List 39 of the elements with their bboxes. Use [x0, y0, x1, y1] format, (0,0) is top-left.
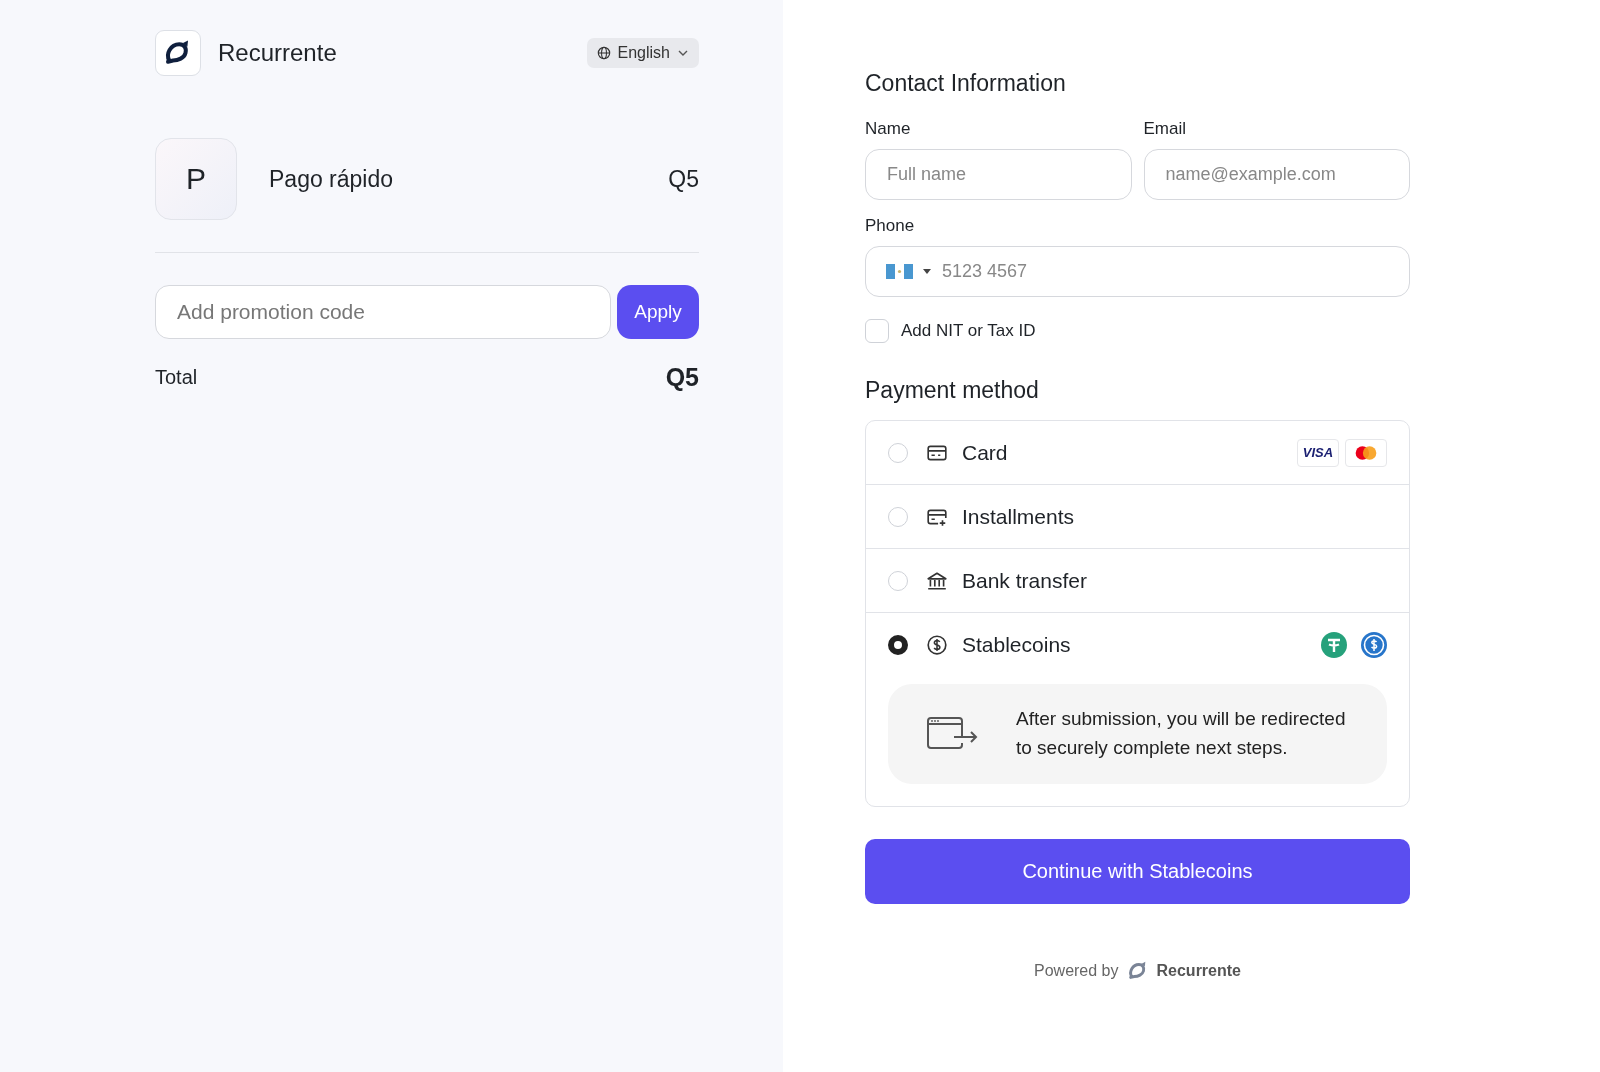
product-name: Pago rápido [269, 165, 395, 193]
section-title: Contact Information [865, 70, 1067, 97]
field-label: Phone [865, 216, 916, 236]
checkbox-label: Add NIT or Tax ID [901, 321, 1036, 341]
section-title: Payment method [865, 377, 1040, 404]
product-avatar: P [155, 138, 237, 220]
payment-option[interactable]: Card VISA [866, 421, 1409, 484]
redirect-window-icon [926, 715, 978, 751]
powered-by-text: Powered by [1034, 962, 1119, 980]
payment-option[interactable]: Stablecoins [866, 613, 1409, 676]
promo-code-field[interactable]: Add promotion code [155, 285, 611, 339]
dollar-coin-icon [926, 633, 948, 656]
language-select[interactable]: English [586, 38, 699, 68]
payment-option[interactable]: Bank transfer [866, 549, 1409, 612]
product-price: Q5 [668, 165, 699, 193]
input-field[interactable]: name@example.com [1143, 149, 1410, 200]
total-amount: Q5 [665, 363, 699, 392]
continue-button[interactable]: Continue with Stablecoins [865, 839, 1410, 904]
footer-brand: Recurrente [1156, 962, 1241, 980]
usdc-coin-icon [1361, 631, 1387, 658]
redirect-notice: After submission, you will be redirected to securely complete next steps. [1016, 707, 1347, 760]
flag-icon [886, 264, 913, 279]
apply-button[interactable]: Apply [617, 285, 699, 339]
input-field[interactable]: Full name [865, 149, 1132, 200]
globe-icon [596, 46, 611, 60]
brand-logo [155, 30, 201, 76]
caret-icon [923, 268, 931, 275]
country-select[interactable] [886, 264, 931, 279]
radio-button[interactable] [888, 634, 908, 655]
phone-field[interactable]: 5123 4567 [865, 246, 1410, 297]
tether-coin-icon [1321, 631, 1347, 658]
checkbox[interactable] [865, 319, 889, 343]
total-label: Total [155, 366, 198, 389]
visa-logo: VISA [1297, 438, 1339, 467]
field-label: Name [865, 119, 912, 139]
field-label: Email [1143, 119, 1187, 139]
payment-option[interactable]: Installments [866, 485, 1409, 548]
brand-name: Recurrente [218, 39, 338, 67]
mastercard-icon [1345, 438, 1387, 467]
